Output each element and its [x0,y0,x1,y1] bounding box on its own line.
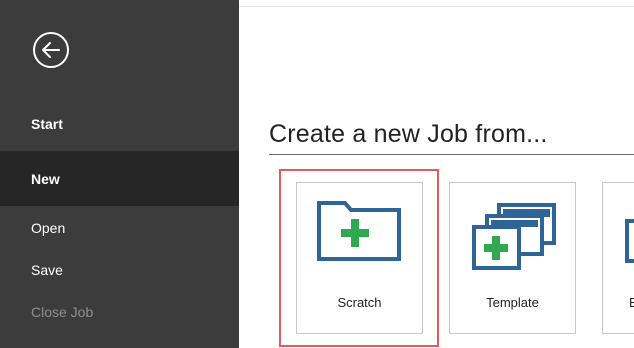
sidebar-item-label: Close Job [31,303,94,320]
back-button[interactable] [31,30,71,70]
divider [239,6,634,7]
existing-job-tile[interactable]: E [602,182,634,334]
sidebar: Start New Open Save Close Job [0,0,239,348]
tile-label: E [629,295,634,310]
page-title: Create a new Job from... [269,120,548,148]
sidebar-item-label: Open [31,219,66,236]
title-underline [269,154,634,155]
sidebar-item-close-job: Close Job [0,284,239,339]
template-copy-plus-icon [472,203,556,270]
sidebar-item-new[interactable]: New [0,151,239,206]
sidebar-item-label: Start [31,115,63,132]
existing-job-icon [625,219,634,263]
selection-highlight [279,169,439,347]
sidebar-item-label: Save [31,261,63,278]
sidebar-item-start[interactable]: Start [0,96,239,151]
template-tile[interactable]: Template [449,182,576,334]
back-arrow-circle-icon [33,32,69,68]
tile-label: Template [486,295,539,310]
sidebar-item-label: New [31,170,60,187]
